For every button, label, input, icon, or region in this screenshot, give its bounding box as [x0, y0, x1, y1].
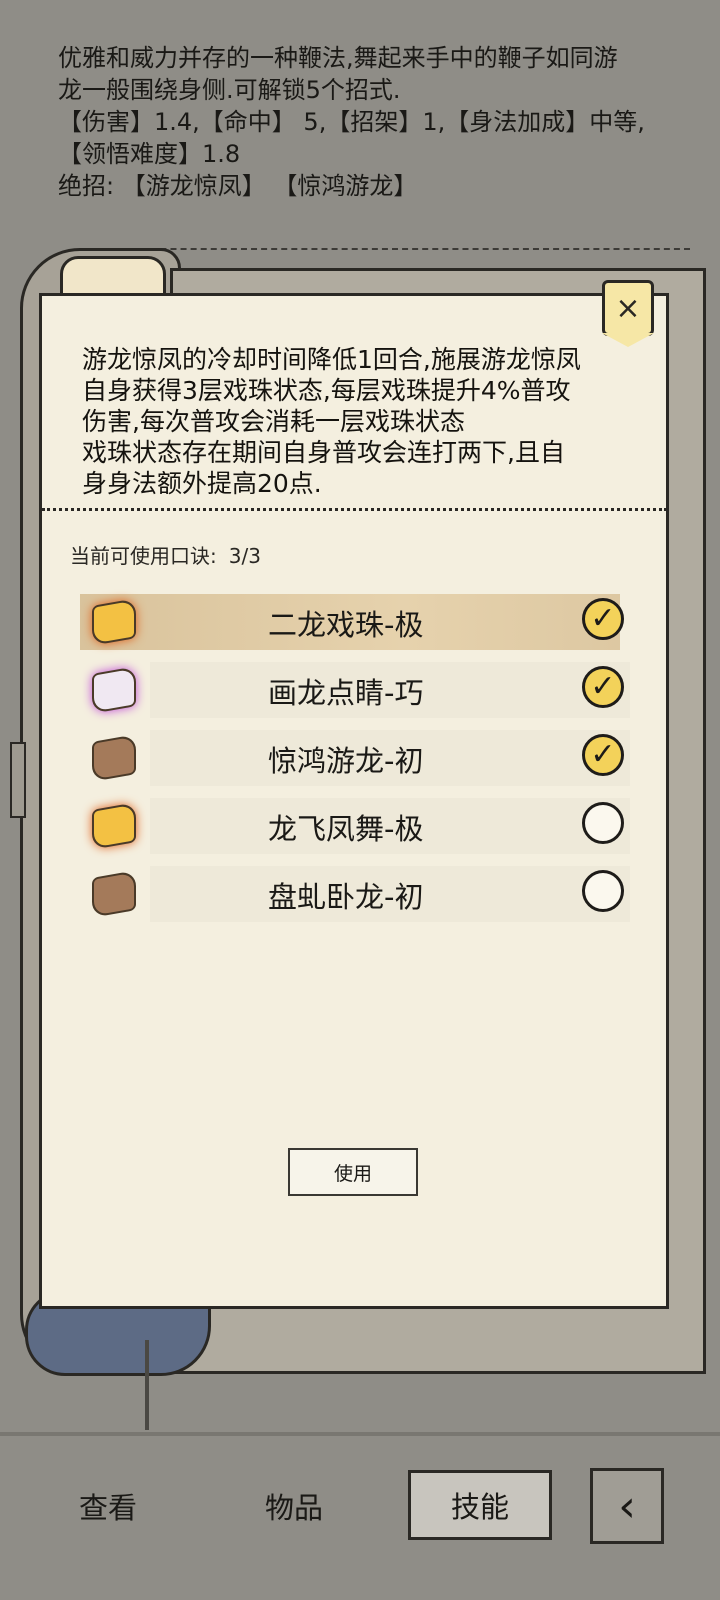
mantra-item[interactable]: 画龙点睛-巧 ✓ [80, 660, 640, 720]
checkbox[interactable]: ✓ [582, 598, 624, 640]
checkbox[interactable]: ✓ [582, 666, 624, 708]
description-line: 【伤害】1.4,【命中】 5,【招架】1,【身法加成】中等, [58, 108, 645, 136]
effect-line: 自身获得3层戏珠状态,每层戏珠提升4%普攻 [82, 376, 571, 405]
nav-items[interactable]: 物品 [236, 1475, 352, 1537]
divider [100, 248, 690, 250]
scroll-brown-icon [92, 734, 136, 782]
check-icon: ✓ [590, 669, 616, 704]
description-line: 绝招: 【游龙惊凤】 【惊鸿游龙】 [58, 172, 418, 200]
available-count: 当前可使用口诀: 3/3 [70, 540, 261, 569]
mantra-item[interactable]: 惊鸿游龙-初 ✓ [80, 728, 640, 788]
mantra-item[interactable]: 二龙戏珠-极 ✓ [80, 592, 640, 652]
mantra-name: 盘虬卧龙-初 [268, 880, 424, 914]
description-line: 【领悟难度】1.8 [58, 140, 241, 168]
scroll-gold-icon [92, 598, 136, 646]
divider [42, 508, 667, 511]
effect-line: 身身法额外提高20点. [82, 469, 322, 498]
mantra-name: 二龙戏珠-极 [268, 608, 424, 642]
scroll-purple-icon [92, 666, 136, 714]
nav-items-label: 物品 [264, 1491, 323, 1525]
scroll-handle [10, 742, 26, 818]
brush-stroke [145, 1340, 149, 1430]
checkbox[interactable] [582, 870, 624, 912]
mantra-item[interactable]: 龙飞凤舞-极 [80, 796, 640, 856]
skill-description: 优雅和威力并存的一种鞭法,舞起来手中的鞭子如同游 龙一般围绕身侧.可解锁5个招式… [58, 42, 678, 202]
effect-line: 游龙惊凤的冷却时间降低1回合,施展游龙惊凤 [82, 345, 581, 374]
back-button[interactable]: ‹ [590, 1468, 664, 1544]
scroll-brown-icon [92, 870, 136, 918]
description-line: 龙一般围绕身侧.可解锁5个招式. [58, 76, 401, 104]
check-icon: ✓ [590, 601, 616, 636]
back-icon: ‹ [618, 1480, 636, 1532]
effect-description: 游龙惊凤的冷却时间降低1回合,施展游龙惊凤 自身获得3层戏珠状态,每层戏珠提升4… [82, 344, 642, 499]
close-button[interactable]: × [602, 280, 654, 347]
effect-line: 伤害,每次普攻会消耗一层戏珠状态 [82, 407, 465, 436]
nav-skills-label: 技能 [450, 1490, 509, 1524]
close-icon: × [615, 290, 641, 326]
effect-line: 戏珠状态存在期间自身普攻会连打两下,且自 [82, 438, 565, 467]
checkbox[interactable] [582, 802, 624, 844]
nav-view[interactable]: 查看 [50, 1475, 166, 1537]
checkbox[interactable]: ✓ [582, 734, 624, 776]
count-value: 3/3 [228, 544, 261, 568]
mantra-name: 画龙点睛-巧 [268, 676, 424, 710]
mantra-name: 龙飞凤舞-极 [268, 812, 424, 846]
check-icon: ✓ [590, 737, 616, 772]
mantra-name: 惊鸿游龙-初 [268, 744, 424, 778]
nav-view-label: 查看 [78, 1491, 137, 1525]
nav-skills[interactable]: 技能 [408, 1470, 552, 1540]
ground-line [0, 1432, 720, 1436]
use-button[interactable]: 使用 [288, 1148, 418, 1196]
use-button-label: 使用 [333, 1162, 372, 1185]
count-label: 当前可使用口诀: [70, 544, 217, 568]
scroll-gold-icon [92, 802, 136, 850]
description-line: 优雅和威力并存的一种鞭法,舞起来手中的鞭子如同游 [58, 44, 618, 72]
mantra-item[interactable]: 盘虬卧龙-初 [80, 864, 640, 924]
